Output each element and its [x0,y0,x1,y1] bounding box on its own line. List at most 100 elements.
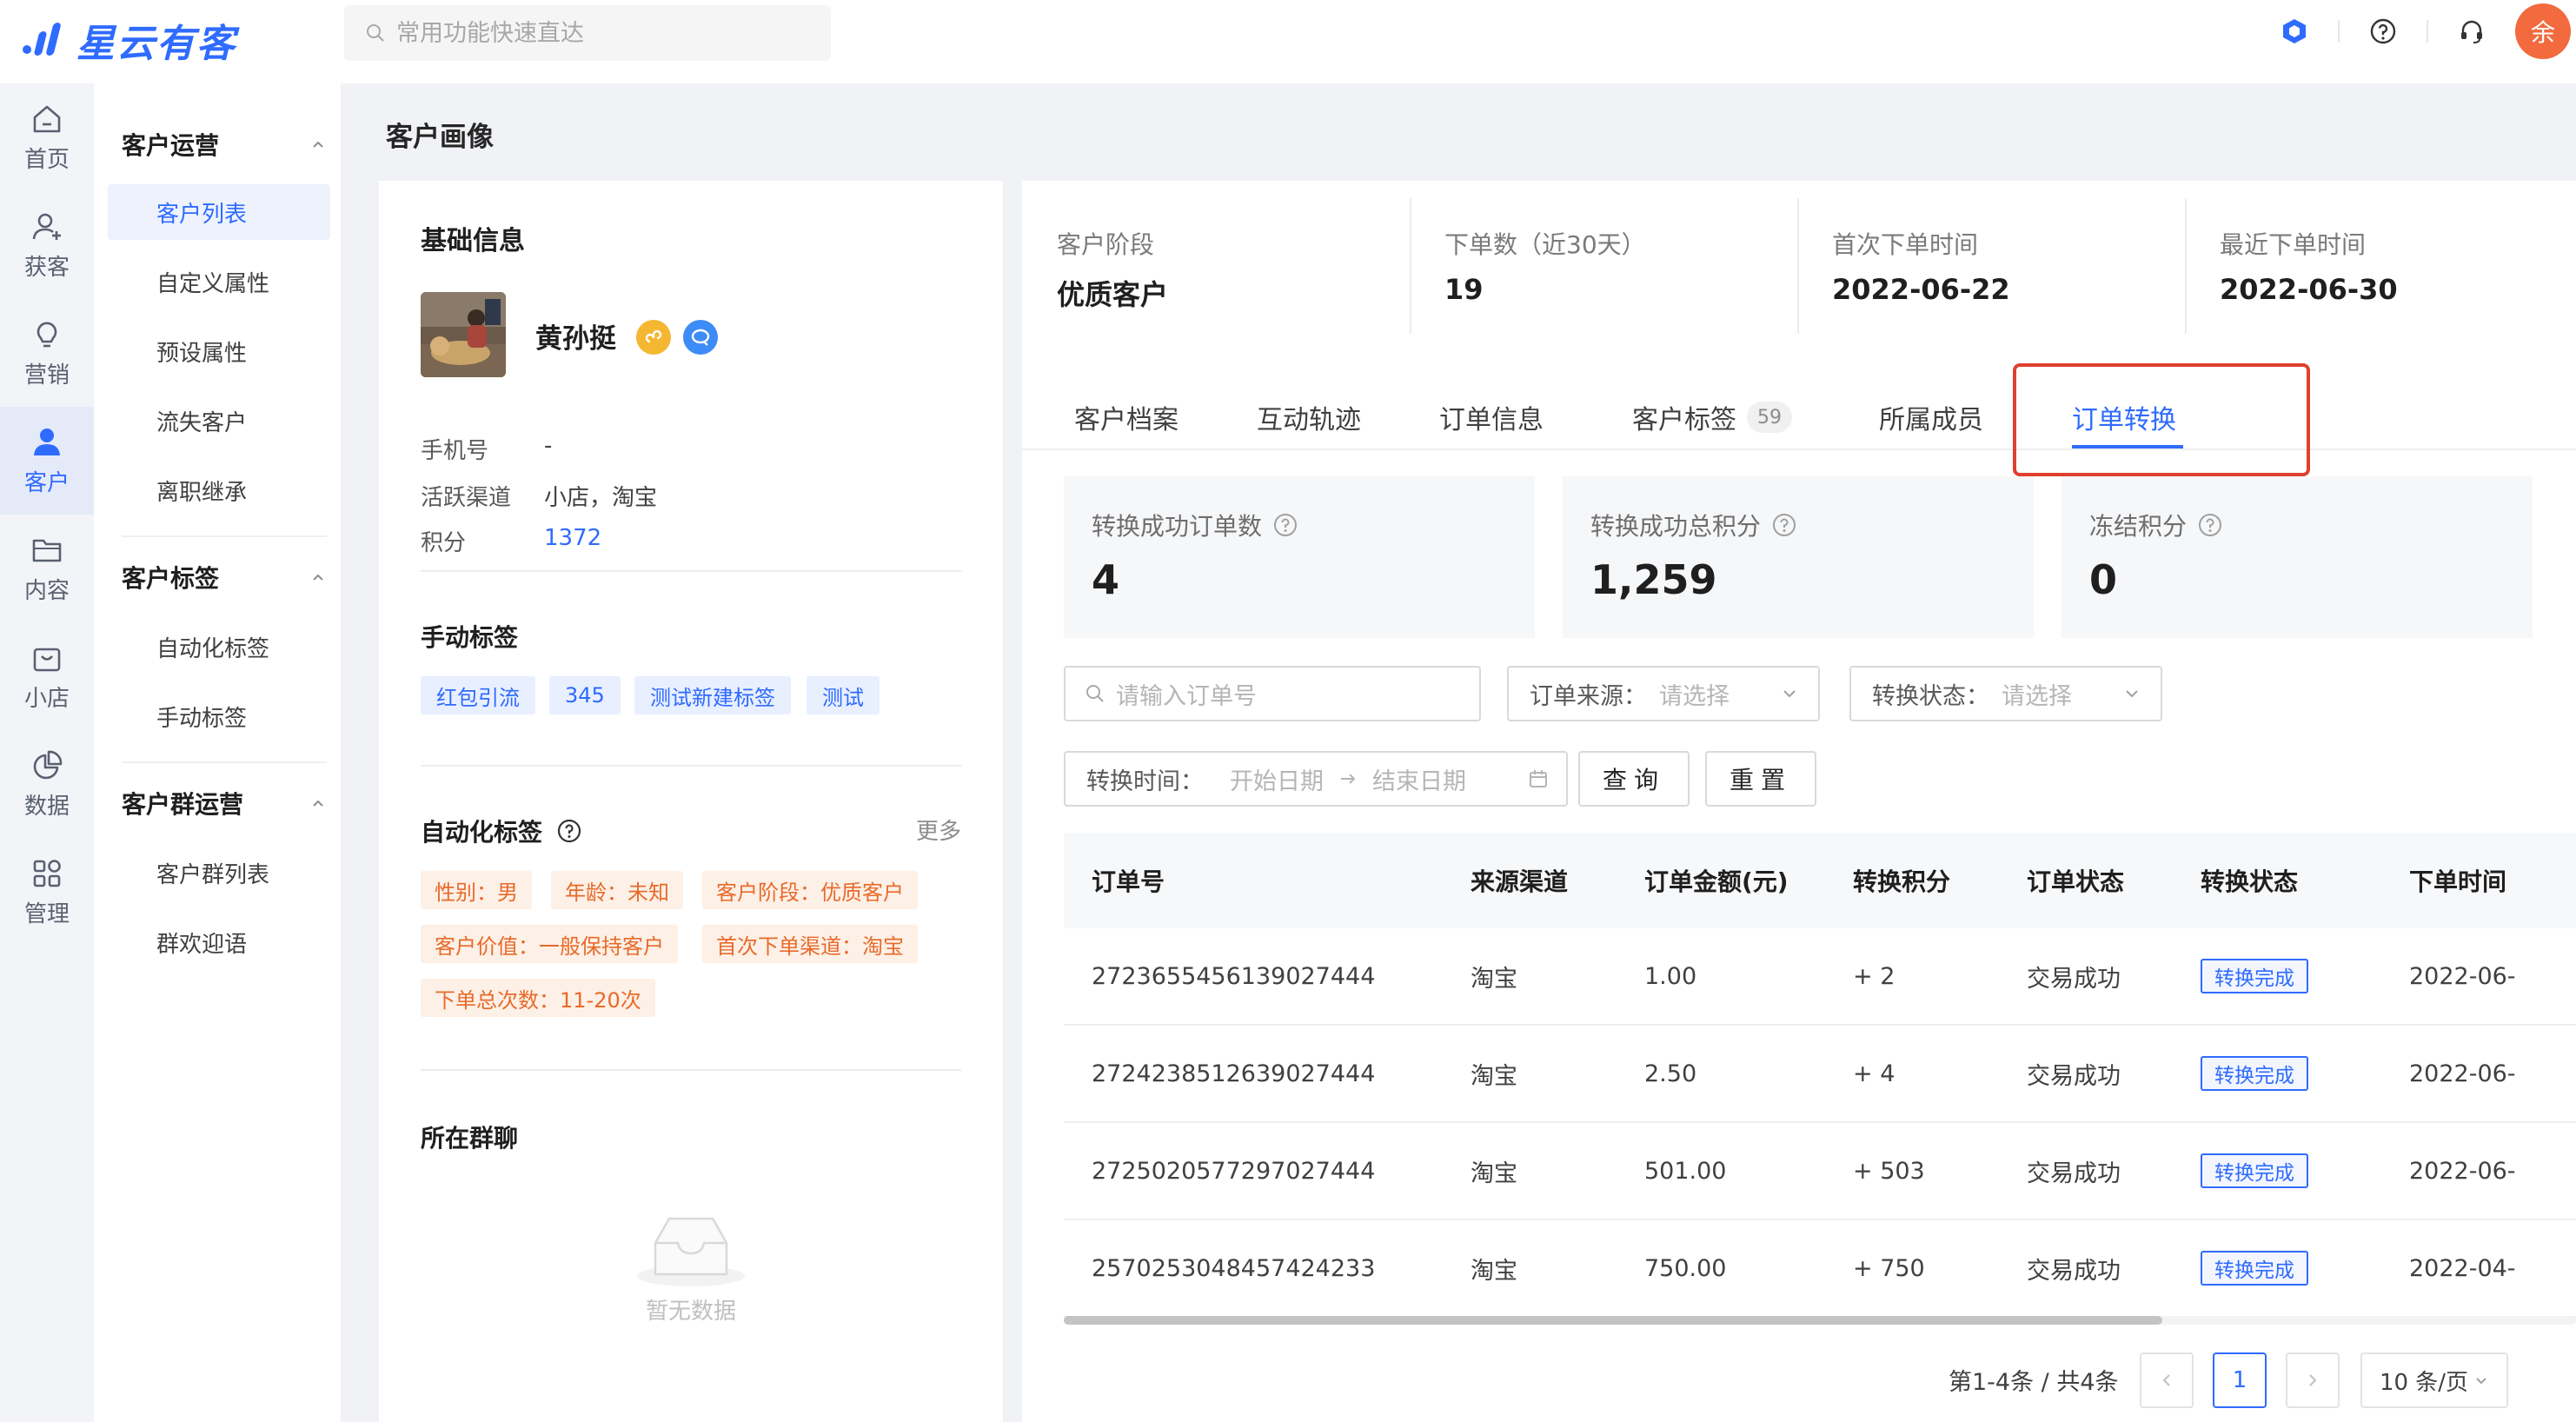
pie-chart-icon [33,750,63,779]
rail-item-home[interactable]: 首页 [0,83,94,191]
stat-value: 2022-06-30 [2220,273,2398,306]
rail-item-acquire[interactable]: 获客 [0,191,94,299]
menu-group-customer-tags[interactable]: 客户标签 [122,549,327,605]
menu-item-resignation-inherit[interactable]: 离职继承 [108,462,330,518]
manual-tag: 345 [549,676,621,714]
points-cell: + 4 [1853,1060,1895,1087]
menu-item-customer-list[interactable]: 客户列表 [108,184,330,240]
auto-tag: 客户阶段：优质客户 [702,871,918,909]
points-cell: + 503 [1853,1157,1925,1185]
menu-item-lost-customers[interactable]: 流失客户 [108,393,330,449]
tab-customer-tags[interactable]: 客户标签 59 [1632,386,1792,449]
conversion-status-label: 转换状态： [1872,682,1989,710]
menu-item-preset-attributes[interactable]: 预设属性 [108,323,330,379]
rail-item-marketing[interactable]: 营销 [0,299,94,407]
headset-icon[interactable] [2454,14,2489,49]
rail-label: 内容 [23,577,70,604]
menu-item-auto-tags[interactable]: 自动化标签 [108,619,330,674]
tab-members[interactable]: 所属成员 [1879,386,1983,449]
menu-item-manual-tags[interactable]: 手动标签 [108,688,330,744]
order-time-cell: 2022-06- [2409,1157,2516,1185]
question-circle-icon[interactable] [2197,512,2223,538]
order-number-cell: 2724238512639027444 [1092,1060,1376,1087]
query-button[interactable]: 查询 [1578,751,1690,807]
conversion-status-cell: 转换完成 [2201,928,2308,1024]
chevron-up-icon [313,574,323,581]
menu-item-custom-attributes[interactable]: 自定义属性 [108,254,330,309]
metric-label-text: 转换成功订单数 [1092,512,1263,541]
menu-group-title: 客户运营 [122,131,220,160]
points-cell: + 2 [1853,962,1895,990]
search-icon [1086,685,1104,702]
tab-customer-profile[interactable]: 客户档案 [1074,386,1178,449]
auto-tags-more-link[interactable]: 更多 [916,814,961,846]
conversion-status-cell: 转换完成 [2201,1026,2308,1121]
page-size-select[interactable]: 10 条/页 [2360,1352,2508,1408]
user-avatar[interactable]: 余 [2515,3,2571,59]
divider [2427,20,2428,43]
orders-table-header: 订单号 来源渠道 订单金额(元) 转换积分 订单状态 转换状态 下单时间 [1064,833,2576,928]
rail-label: 客户 [23,469,70,496]
metric-card: 转换成功总积分 1,259 [1563,476,2034,638]
menu-divider [122,535,327,537]
question-circle-icon[interactable] [1272,512,1298,538]
basic-info-title: 基础信息 [421,226,525,256]
conversion-date-range[interactable]: 转换时间： 开始日期 结束日期 [1064,751,1568,807]
mini-program-icon [636,320,671,355]
conversion-status-select[interactable]: 转换状态： 请选择 [1849,666,2162,721]
customer-name: 黄孙挺 [535,323,616,355]
tab-order-info[interactable]: 订单信息 [1439,386,1544,449]
arrow-right-icon [1341,774,1356,784]
home-icon [33,105,61,132]
question-circle-icon[interactable] [556,818,582,844]
reset-button[interactable]: 重置 [1705,751,1816,807]
order-number-cell: 2570253048457424233 [1092,1254,1376,1282]
start-date-placeholder[interactable]: 开始日期 [1230,762,1324,796]
brand-logo[interactable]: 星云有客 [23,9,236,71]
customer-profile-card: 基础信息 黄孙挺 手机号 - 活跃渠道 小店，淘宝 积分 1372 手动标签 红… [379,181,1003,1422]
points-value-link[interactable]: 1372 [544,525,601,551]
rail-item-customer[interactable]: 客户 [0,407,94,515]
page-number-button[interactable]: 1 [2213,1352,2267,1408]
prev-page-button[interactable] [2140,1352,2194,1408]
conversion-time-label: 转换时间： [1086,767,1204,795]
menu-item-group-list[interactable]: 客户群列表 [108,845,330,900]
rail-item-data[interactable]: 数据 [0,730,94,838]
horizontal-scrollbar-thumb[interactable] [1064,1316,2162,1325]
column-header: 转换积分 [1853,867,1951,896]
order-number-input[interactable]: 请输入订单号 [1064,666,1481,721]
cube-icon[interactable] [2277,14,2312,49]
status-badge: 转换完成 [2201,959,2308,993]
global-search-input[interactable] [396,19,813,47]
source-cell: 淘宝 [1471,1062,1517,1090]
stat-label: 客户阶段 [1057,230,1155,259]
customer-avatar [421,292,506,377]
points-label: 积分 [421,530,467,556]
order-source-select[interactable]: 订单来源： 请选择 [1507,666,1820,721]
tab-interaction-trail[interactable]: 互动轨迹 [1257,386,1361,449]
menu-group-customer-ops[interactable]: 客户运营 [122,116,327,172]
table-row: 2723655456139027444 淘宝 1.00 + 2 交易成功 转换完… [1064,928,2576,1026]
status-badge: 转换完成 [2201,1153,2308,1188]
help-icon[interactable] [2366,14,2400,49]
order-time-cell: 2022-04- [2409,1254,2516,1282]
stat-item: 下单数（近30天） 19 [1410,181,1797,355]
phone-label: 手机号 [421,438,489,464]
amount-cell: 2.50 [1644,1060,1697,1087]
manual-tag: 测试新建标签 [634,676,791,714]
shop-icon [33,648,61,671]
rail-item-content[interactable]: 内容 [0,515,94,622]
chevron-down-icon [2126,690,2138,698]
rail-item-shop[interactable]: 小店 [0,622,94,730]
menu-group-group-ops[interactable]: 客户群运营 [122,775,327,831]
rail-label: 获客 [23,254,70,281]
logo-text: 星云有客 [76,22,236,66]
menu-item-group-welcome[interactable]: 群欢迎语 [108,914,330,970]
end-date-placeholder[interactable]: 结束日期 [1372,762,1466,796]
column-header: 订单号 [1092,867,1165,896]
rail-item-admin[interactable]: 管理 [0,838,94,946]
order-time-cell: 2022-06- [2409,1060,2516,1087]
question-circle-icon[interactable] [1771,512,1797,538]
next-page-button[interactable] [2286,1352,2340,1408]
global-search[interactable] [344,5,831,61]
